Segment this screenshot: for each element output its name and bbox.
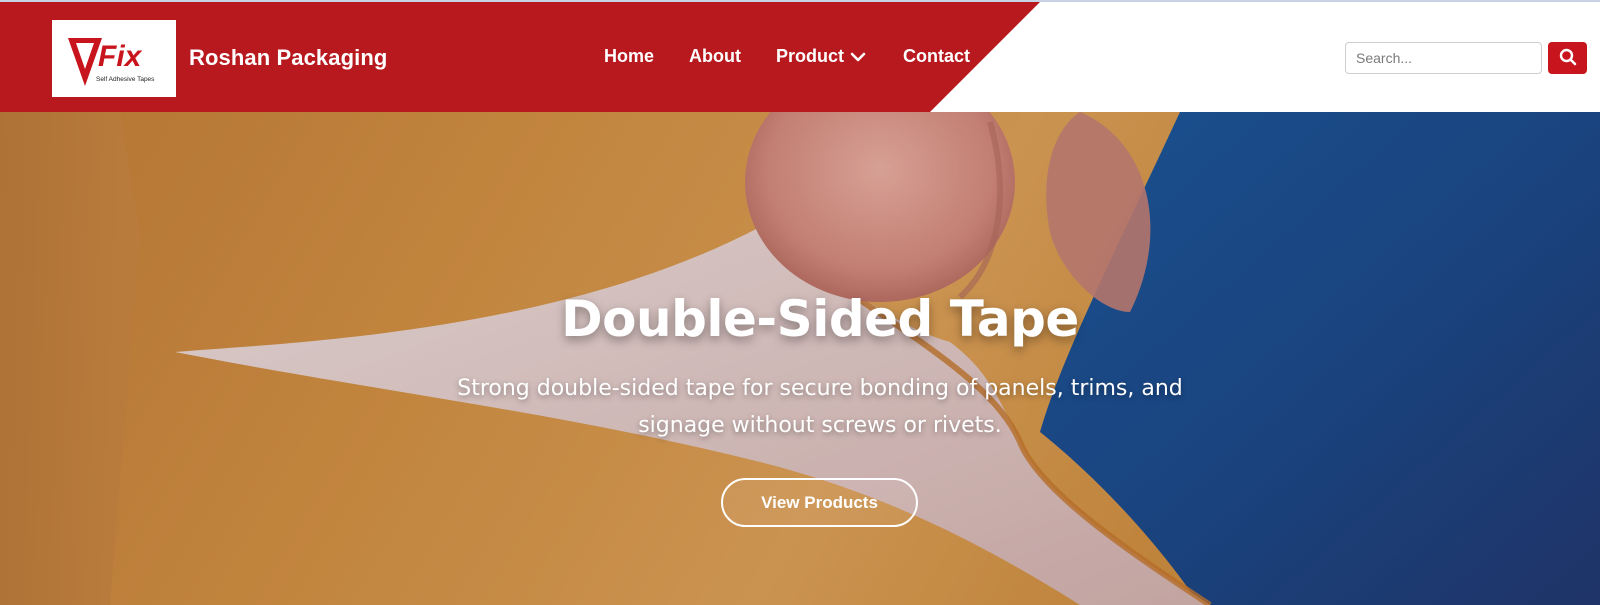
nav-link-about[interactable]: About: [689, 46, 741, 67]
hero-section: Double-Sided Tape Strong double-sided ta…: [0, 112, 1600, 605]
nav-link-home[interactable]: Home: [604, 46, 654, 67]
view-products-button[interactable]: View Products: [721, 478, 918, 527]
site-header: Fix Self Adhesive Tapes Roshan Packaging…: [0, 0, 1600, 112]
hero-subtitle: Strong double-sided tape for secure bond…: [457, 376, 1183, 438]
brand-name[interactable]: Roshan Packaging: [189, 45, 387, 71]
nav-link-contact-label: Contact: [903, 46, 970, 66]
search-icon: [1559, 48, 1577, 69]
search-input[interactable]: [1345, 42, 1542, 74]
search-button[interactable]: [1548, 42, 1587, 74]
chevron-down-icon[interactable]: [850, 52, 866, 62]
hero-title: Double-Sided Tape: [561, 290, 1079, 348]
logo[interactable]: Fix Self Adhesive Tapes: [52, 20, 176, 97]
view-products-label: View Products: [761, 492, 878, 512]
vfix-logo-icon: Fix Self Adhesive Tapes: [68, 37, 155, 86]
nav-link-product[interactable]: Product: [776, 46, 866, 67]
hero-overlay: [0, 112, 1600, 605]
svg-text:Fix: Fix: [98, 40, 143, 73]
nav-link-contact[interactable]: Contact: [903, 46, 970, 67]
nav-link-product-label: Product: [776, 46, 845, 66]
nav-link-about-label: About: [689, 46, 741, 66]
nav-link-home-label: Home: [604, 46, 655, 66]
svg-text:Self Adhesive Tapes: Self Adhesive Tapes: [96, 76, 155, 83]
